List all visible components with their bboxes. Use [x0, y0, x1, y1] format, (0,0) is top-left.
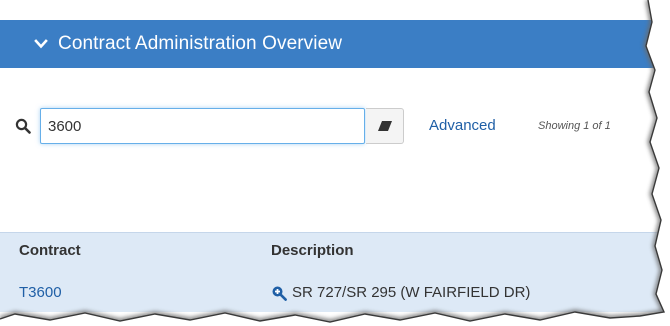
description-cell: SR 727/SR 295 (W FAIRFIELD DR): [271, 284, 530, 301]
page: Contract Administration Overview Advance…: [0, 0, 670, 326]
description-text: SR 727/SR 295 (W FAIRFIELD DR): [292, 284, 531, 301]
zoom-in-icon[interactable]: [271, 285, 287, 301]
eraser-icon: [377, 121, 392, 131]
panel-header[interactable]: Contract Administration Overview: [0, 20, 670, 68]
table-row[interactable]: T3600 SR 727/SR 295 (W FAIRFIELD DR): [0, 268, 670, 312]
result-count-text: Showing 1 of 1: [538, 120, 611, 132]
advanced-search-link[interactable]: Advanced: [429, 117, 496, 134]
contract-administration-panel: Contract Administration Overview Advance…: [0, 0, 670, 326]
search-bar: Advanced Showing 1 of 1: [0, 106, 670, 148]
column-header-description[interactable]: Description: [271, 242, 354, 259]
panel-title: Contract Administration Overview: [58, 33, 343, 54]
search-input[interactable]: [40, 108, 365, 144]
table-header: Contract Description: [0, 232, 670, 269]
column-header-contract[interactable]: Contract: [19, 242, 81, 259]
clear-search-button[interactable]: [366, 108, 404, 144]
chevron-down-icon[interactable]: [33, 36, 49, 52]
search-icon: [8, 110, 38, 142]
contract-link[interactable]: T3600: [19, 284, 62, 301]
